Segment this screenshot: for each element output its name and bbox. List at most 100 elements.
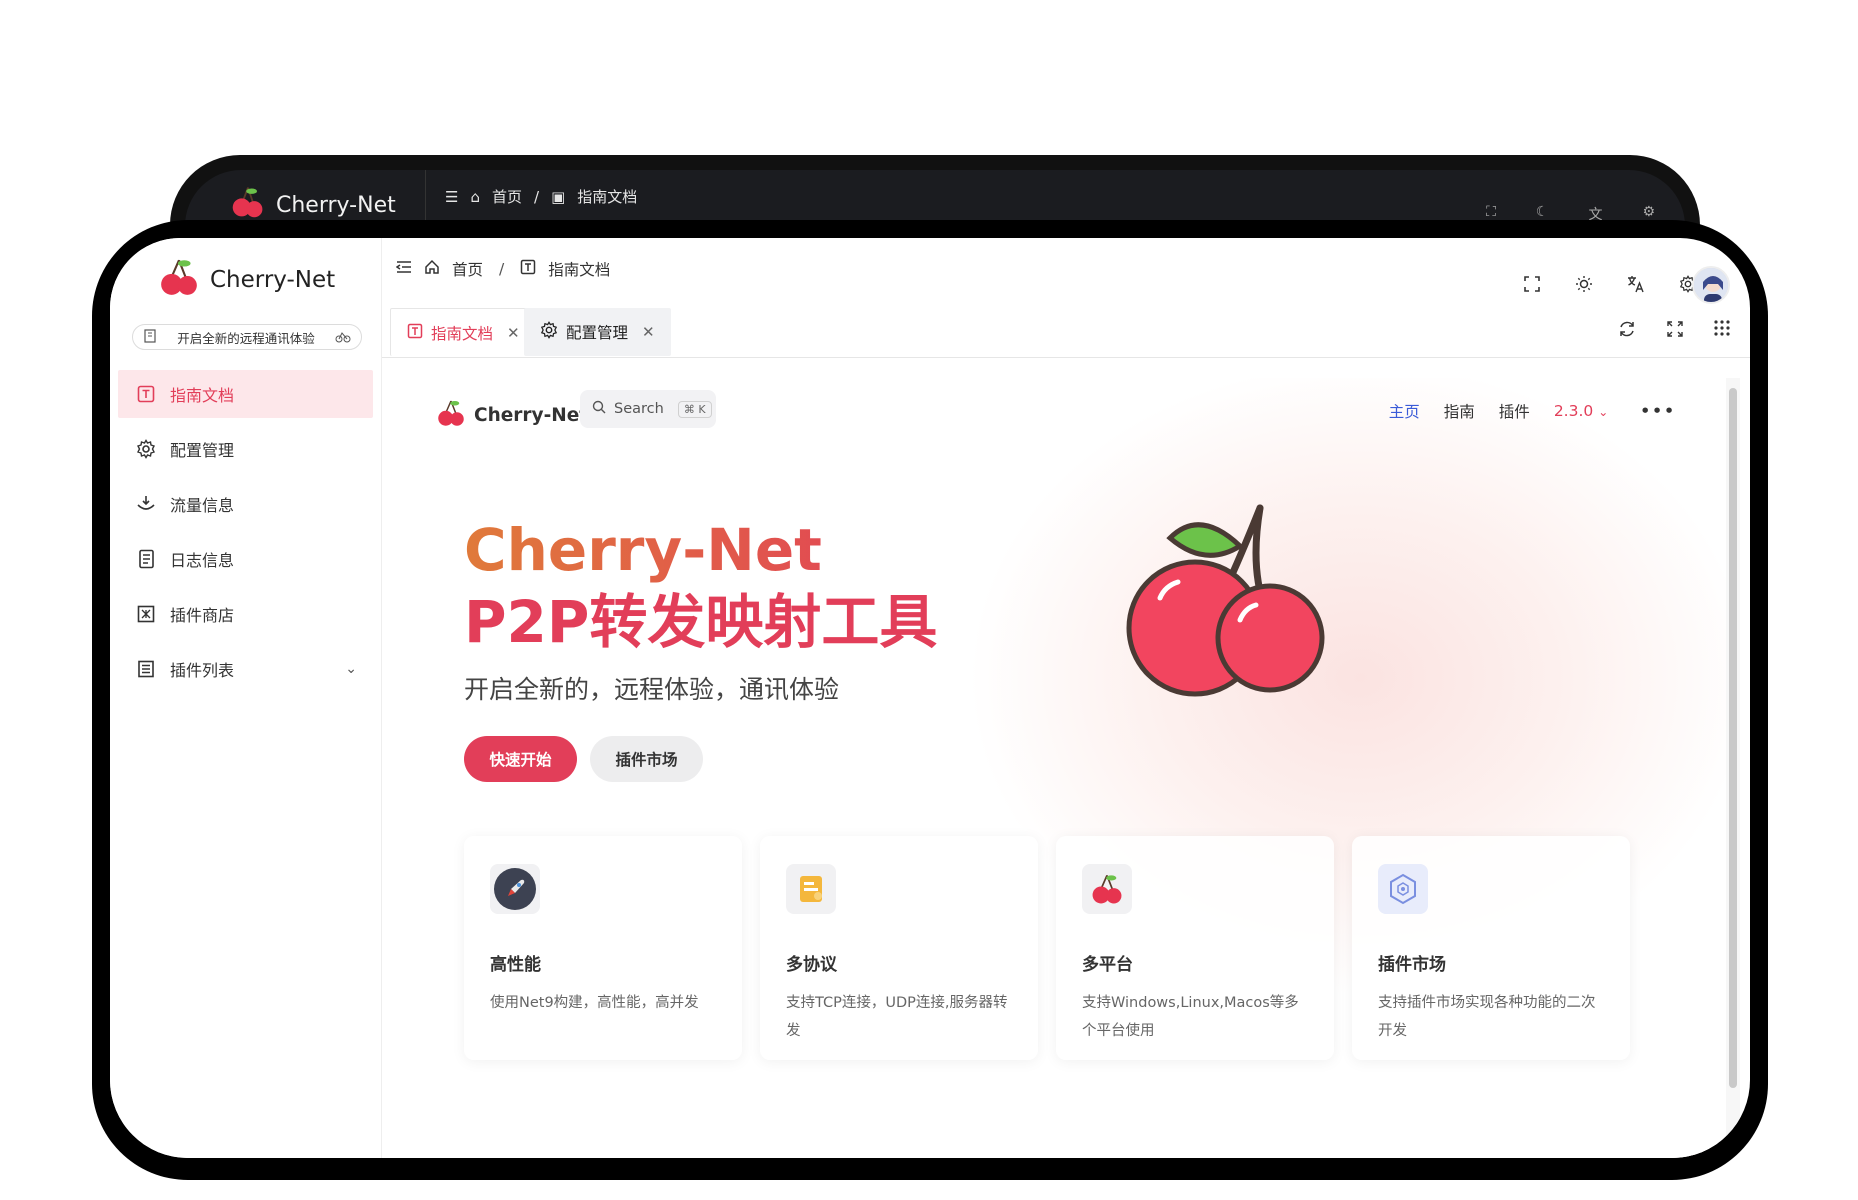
store-icon	[136, 604, 156, 624]
apps-grid-icon[interactable]	[1714, 320, 1730, 342]
sidebar-item-logs[interactable]: 日志信息	[118, 535, 373, 583]
hero-title-line2: P2P转发映射工具	[464, 588, 938, 656]
content-scrollbar[interactable]	[1726, 378, 1740, 1158]
cherry-logo-icon	[436, 398, 466, 433]
tab-guide[interactable]: 指南文档 ✕	[390, 308, 537, 356]
breadcrumb-home[interactable]: 首页	[452, 258, 483, 280]
hero-subtitle: 开启全新的，远程体验，通讯体验	[464, 675, 840, 704]
feature-card: 高性能 使用Net9构建，高性能，高并发	[464, 836, 742, 1060]
sidebar-item-label: 指南文档	[170, 386, 235, 405]
sidebar-item-label: 插件列表	[170, 661, 235, 680]
sidebar: Cherry-Net 开启全新的远程通讯体验 指南文档 配置管理 流量信息 日志…	[110, 238, 382, 1158]
sidebar-item-config[interactable]: 配置管理	[118, 425, 373, 473]
tagline-badge: 开启全新的远程通讯体验	[132, 324, 362, 350]
doc-text-icon	[407, 323, 423, 343]
back-breadcrumb: ☰ ⌂ 首页 / ▣ 指南文档	[445, 186, 637, 207]
plugin-icon	[1378, 864, 1428, 914]
tabs-bar: 指南文档 ✕ 配置管理 ✕	[382, 308, 1750, 358]
breadcrumb-separator: /	[534, 187, 540, 206]
close-icon[interactable]: ✕	[507, 324, 520, 342]
building-icon	[143, 328, 157, 346]
gear-icon	[136, 439, 156, 459]
search-shortcut: ⌘ K	[677, 400, 712, 418]
nav-link-guide[interactable]: 指南	[1444, 400, 1475, 422]
version-dropdown[interactable]: 2.3.0 ⌄	[1554, 402, 1608, 420]
nav-link-plugins[interactable]: 插件	[1499, 400, 1530, 422]
back-brand-label: Cherry-Net	[276, 192, 396, 218]
feature-desc: 支持TCP连接，UDP连接,服务器转发	[786, 995, 1008, 1039]
tab-config[interactable]: 配置管理 ✕	[524, 308, 671, 356]
scrollbar-thumb[interactable]	[1729, 388, 1737, 1088]
cherry-icon	[1082, 864, 1132, 914]
sidebar-item-store[interactable]: 插件商店	[118, 590, 373, 638]
feature-card: 插件市场 支持插件市场实现各种功能的二次开发	[1352, 836, 1630, 1060]
expand-icon[interactable]	[1666, 320, 1684, 342]
more-menu[interactable]: •••	[1640, 402, 1676, 420]
feature-card: 多平台 支持Windows,Linux,Macos等多个平台使用	[1056, 836, 1334, 1060]
feature-title: 插件市场	[1378, 955, 1446, 975]
breadcrumb: 首页 / 指南文档	[395, 258, 610, 280]
docs-brand[interactable]: Cherry-Net	[436, 398, 588, 433]
docs-nav-links: 主页 指南 插件 2.3.0 ⌄ •••	[1389, 400, 1676, 422]
sidebar-item-label: 流量信息	[170, 496, 235, 515]
sidebar-item-plugin-list[interactable]: 插件列表 ⌄	[118, 645, 373, 693]
search-placeholder: Search	[614, 401, 664, 417]
app-window: Cherry-Net 开启全新的远程通讯体验 指南文档 配置管理 流量信息 日志…	[110, 238, 1750, 1158]
docs-content: Cherry-Net Search ⌘ K 主页 指南 插件 2.3.0 ⌄ •…	[400, 378, 1726, 1158]
sidebar-brand[interactable]: Cherry-Net	[158, 256, 335, 304]
cherry-hero-image	[1100, 498, 1340, 722]
list-icon	[136, 659, 156, 679]
feature-title: 多协议	[786, 955, 837, 975]
quick-start-button[interactable]: 快速开始	[464, 736, 577, 782]
chevron-down-icon[interactable]: ⌄	[345, 661, 357, 677]
doc-text-icon	[520, 259, 536, 279]
sidebar-menu: 指南文档 配置管理 流量信息 日志信息 插件商店 插件列表 ⌄	[110, 370, 381, 700]
hero-title: Cherry-Net P2P转发映射工具	[464, 514, 937, 658]
tab-label: 指南文档	[431, 324, 494, 343]
plugin-market-button[interactable]: 插件市场	[590, 736, 703, 782]
bike-icon	[335, 329, 351, 346]
feature-desc: 使用Net9构建，高性能，高并发	[490, 995, 699, 1011]
feature-title: 多平台	[1082, 955, 1133, 975]
menu-fold-icon[interactable]: ☰	[445, 188, 458, 206]
translate-icon[interactable]	[1626, 274, 1646, 294]
menu-fold-icon[interactable]	[395, 260, 412, 278]
feature-cards: 高性能 使用Net9构建，高性能，高并发 多协议 支持TCP连接，UDP连接,服…	[464, 836, 1630, 1060]
home-icon: ⌂	[470, 187, 480, 206]
sidebar-item-label: 插件商店	[170, 606, 235, 625]
folder-icon	[786, 864, 836, 914]
back-breadcrumb-home[interactable]: 首页	[492, 186, 522, 207]
cherry-logo-icon	[158, 256, 200, 304]
refresh-icon[interactable]	[1618, 320, 1636, 342]
chevron-down-icon: ⌄	[1598, 405, 1609, 419]
rocket-icon	[490, 864, 540, 914]
top-header: 首页 / 指南文档	[382, 238, 1750, 306]
log-icon	[136, 549, 156, 569]
nav-link-home[interactable]: 主页	[1389, 400, 1420, 422]
back-breadcrumb-current: 指南文档	[577, 188, 638, 206]
feature-desc: 支持插件市场实现各种功能的二次开发	[1378, 995, 1596, 1039]
sidebar-item-label: 配置管理	[170, 441, 235, 460]
sun-icon[interactable]	[1574, 274, 1594, 294]
feature-title: 高性能	[490, 955, 541, 975]
tagline-text: 开启全新的远程通讯体验	[177, 330, 315, 346]
sidebar-item-guide[interactable]: 指南文档	[118, 370, 373, 418]
user-avatar[interactable]	[1692, 266, 1730, 304]
search-icon	[592, 400, 606, 418]
close-icon[interactable]: ✕	[642, 323, 655, 341]
gear-icon	[540, 321, 558, 343]
docs-brand-label: Cherry-Net	[474, 405, 589, 426]
sidebar-brand-label: Cherry-Net	[210, 267, 336, 293]
version-label: 2.3.0	[1553, 402, 1594, 420]
traffic-icon	[136, 494, 156, 514]
home-icon	[424, 259, 440, 279]
tab-label: 配置管理	[566, 324, 629, 342]
feature-desc: 支持Windows,Linux,Macos等多个平台使用	[1082, 995, 1299, 1039]
sidebar-item-traffic[interactable]: 流量信息	[118, 480, 373, 528]
sidebar-item-label: 日志信息	[170, 551, 235, 570]
hero-title-line1: Cherry-Net	[464, 514, 937, 586]
feature-card: 多协议 支持TCP连接，UDP连接,服务器转发	[760, 836, 1038, 1060]
docs-search[interactable]: Search ⌘ K	[580, 390, 716, 428]
fullscreen-icon[interactable]	[1522, 274, 1542, 294]
tab-tools	[1618, 320, 1730, 342]
